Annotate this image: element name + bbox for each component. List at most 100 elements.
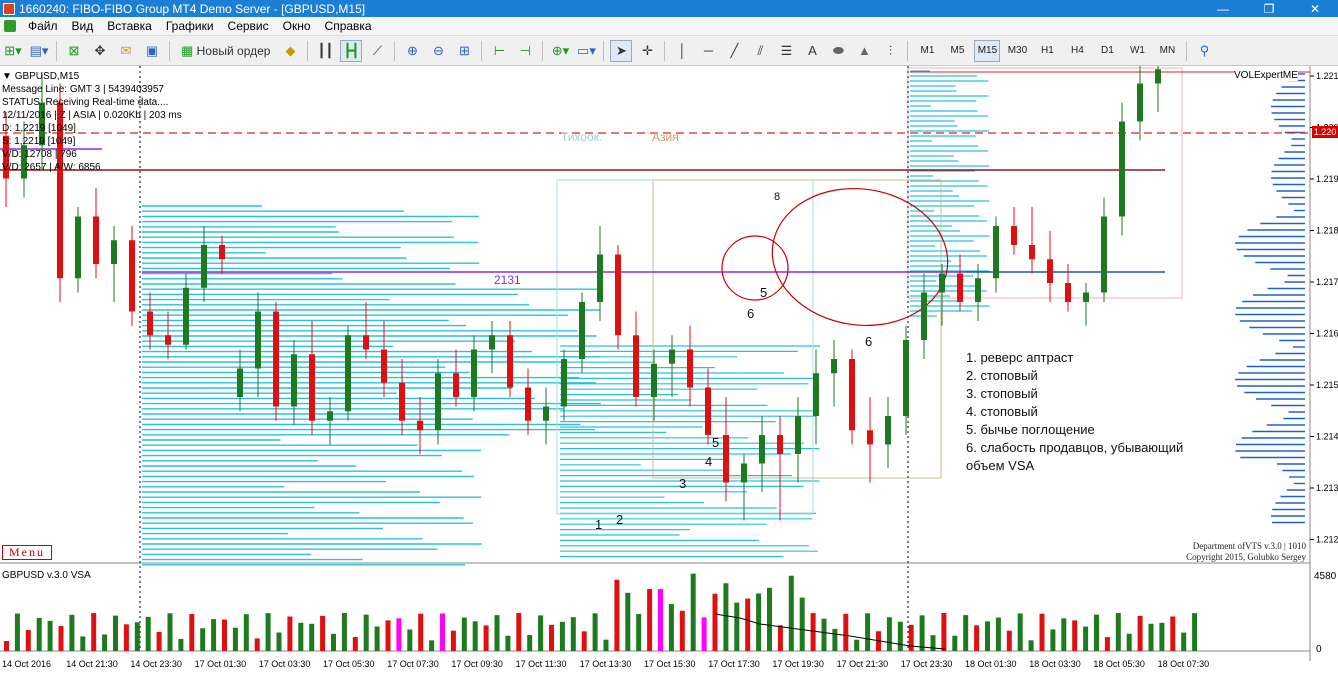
candle-body — [543, 406, 549, 421]
volume-bar — [734, 602, 740, 651]
zoom-in-icon[interactable]: ⊕ — [401, 40, 423, 62]
volume-bar — [156, 631, 162, 651]
candle-body — [777, 435, 783, 454]
tokyo-session-box — [556, 179, 814, 515]
candle-body — [795, 416, 801, 454]
chart-shift-icon[interactable]: ⊢ — [488, 40, 510, 62]
volume-bar — [745, 598, 751, 651]
menu-view[interactable]: Вид — [65, 19, 101, 33]
volume-bar — [1170, 616, 1176, 651]
annotation-number: 8 — [774, 191, 781, 203]
fibonacci-icon[interactable]: ☰ — [775, 40, 797, 62]
timeframe-m15[interactable]: M15 — [974, 39, 1001, 62]
timeframe-m30[interactable]: M30 — [1004, 40, 1030, 62]
toolbar-separator — [307, 40, 309, 61]
menu-help[interactable]: Справка — [318, 19, 379, 33]
volume-zero-label: 0 — [1316, 644, 1322, 655]
menu-window[interactable]: Окно — [276, 19, 318, 33]
candle-body — [327, 411, 333, 421]
timeframe-d1[interactable]: D1 — [1094, 40, 1120, 62]
volume-bar — [113, 615, 118, 651]
autoscroll-icon[interactable]: ⊣ — [514, 40, 536, 62]
volume-bar — [1050, 629, 1056, 651]
candle-body — [1029, 245, 1035, 260]
volume-bar — [1137, 615, 1143, 651]
volume-bar — [614, 579, 620, 651]
candle-body — [399, 382, 405, 421]
time-tick-label: 17 Oct 15:30 — [644, 659, 696, 669]
new-order-button[interactable]: ▦ Новый ордер — [176, 40, 275, 62]
legend-item: 1. реверс аптраст — [966, 350, 1074, 365]
timeframe-h4[interactable]: H4 — [1064, 40, 1090, 62]
chart-window[interactable]: 1.221 1.220 1.219 1.218 1.217 1.216 1.215 1.214… — [0, 66, 1338, 681]
info-line: V/D: 2657 | A/W: 6856 — [2, 162, 101, 173]
tile-windows-icon[interactable]: ⊞ — [453, 40, 475, 62]
crosshair-icon[interactable]: ✛ — [636, 40, 658, 62]
price-tick-label: 1.215 — [1316, 380, 1338, 390]
candlestick-icon[interactable]: ┣┫ — [340, 39, 363, 62]
volume-bar — [298, 622, 304, 651]
timeframe-h1[interactable]: H1 — [1034, 40, 1060, 62]
volume-bar — [897, 621, 903, 651]
search-icon[interactable]: ⚲ — [1193, 40, 1215, 62]
close-button[interactable]: ✕ — [1292, 0, 1338, 17]
zoom-out-icon[interactable]: ⊖ — [427, 40, 449, 62]
chart-info-panel: ▼ GBPUSD,M15 Message Line: GMT 3 | 54394… — [2, 70, 182, 174]
volume-bar — [1181, 632, 1187, 651]
autotrading-icon[interactable]: ◆ — [279, 40, 301, 62]
menu-charts[interactable]: Графики — [159, 19, 221, 33]
profiles-icon[interactable]: ▤▾ — [28, 40, 50, 62]
annotation-number: 6 — [747, 306, 755, 321]
candle-body — [561, 359, 567, 407]
timeframe-m1[interactable]: M1 — [914, 40, 940, 62]
fibo-fan-icon[interactable]: ⫶ — [879, 40, 901, 62]
chart-window-icon[interactable] — [4, 20, 16, 32]
menu-insert[interactable]: Вставка — [100, 19, 159, 33]
candle-body — [93, 216, 99, 264]
text-icon[interactable]: A — [801, 40, 823, 62]
candle-body — [1101, 216, 1107, 293]
ellipse-icon[interactable]: ⬬ — [827, 40, 849, 62]
volume-bar — [963, 615, 969, 651]
data-window-icon[interactable]: ✥ — [89, 40, 111, 62]
timeframe-m5[interactable]: M5 — [944, 40, 970, 62]
volume-bar — [538, 615, 544, 651]
navigator-icon[interactable]: ✉ — [115, 40, 137, 62]
horizontal-line-icon[interactable]: ─ — [697, 40, 719, 62]
volume-bar — [320, 615, 326, 651]
timeframe-w1[interactable]: W1 — [1124, 40, 1150, 62]
time-tick-label: 17 Oct 13:30 — [580, 659, 632, 669]
volume-bar — [1115, 613, 1121, 651]
bar-chart-icon[interactable]: ┃┃ — [314, 40, 336, 62]
volume-bar — [865, 613, 871, 651]
volume-bar — [1159, 622, 1165, 651]
vertical-line-icon[interactable]: │ — [671, 40, 693, 62]
new-chart-icon[interactable]: ⊞▾ — [2, 40, 24, 62]
cursor-icon[interactable]: ➤ — [610, 39, 633, 62]
candle-body — [651, 363, 657, 397]
templates-icon[interactable]: ▭▾ — [575, 40, 597, 62]
terminal-icon[interactable]: ▣ — [141, 40, 163, 62]
menu-button[interactable]: Menu — [2, 545, 52, 560]
timeframe-mn[interactable]: MN — [1154, 40, 1180, 62]
channel-icon[interactable]: ⫽ — [749, 40, 771, 62]
price-tick-label: 1.212 — [1316, 535, 1338, 545]
menu-file[interactable]: Файл — [21, 19, 65, 33]
candle-body — [885, 416, 891, 445]
triangle-icon[interactable]: ▲ — [853, 40, 875, 62]
volume-bar — [450, 630, 456, 651]
trendline-icon[interactable]: ╱ — [723, 40, 745, 62]
menu-tools[interactable]: Сервис — [221, 19, 276, 33]
volume-bar — [1061, 618, 1067, 651]
volume-bar — [102, 634, 108, 651]
indicators-icon[interactable]: ⊕▾ — [549, 40, 571, 62]
market-watch-icon[interactable]: ⊠ — [63, 40, 85, 62]
line-chart-icon[interactable]: ⟋ — [366, 40, 388, 62]
minimize-button[interactable]: — — [1200, 0, 1246, 17]
volume-bar — [472, 621, 478, 651]
price-scale-bg — [1310, 66, 1338, 681]
price-tick-label: 1.218 — [1316, 226, 1338, 236]
candle-body — [237, 368, 243, 397]
volume-bar — [341, 613, 347, 651]
maximize-button[interactable]: ❐ — [1246, 0, 1292, 17]
